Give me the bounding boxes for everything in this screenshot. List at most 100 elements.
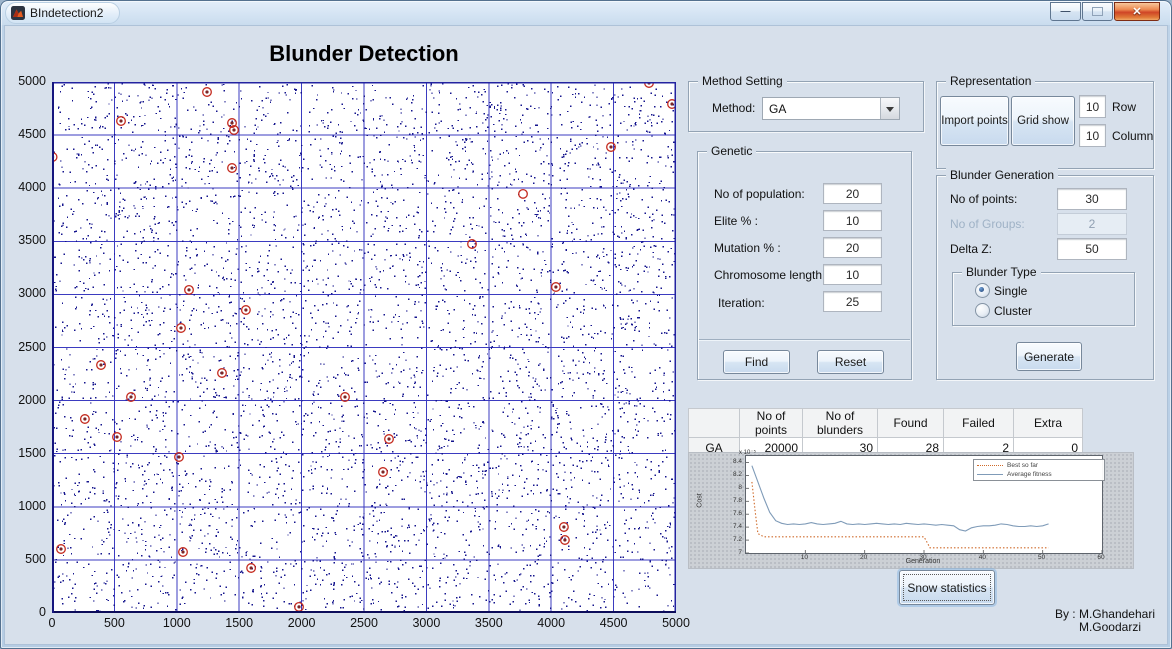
plot-y-tick-label: 2000 (4, 393, 46, 407)
genetic-panel-label: Genetic (707, 144, 756, 158)
plot-x-tick-label: 4000 (527, 616, 575, 630)
chevron-down-icon[interactable] (880, 98, 899, 119)
minimize-button[interactable]: — (1050, 2, 1081, 21)
fitness-x-tick-label: 60 (1093, 554, 1109, 561)
elite-label: Elite % : (714, 214, 758, 228)
representation-panel-label: Representation (946, 74, 1035, 88)
scatter-plot-canvas (52, 82, 676, 613)
fitness-x-tick-label: 40 (974, 554, 990, 561)
average-fitness-legend-label: Average fitness (1007, 471, 1052, 478)
population-input[interactable]: 20 (823, 183, 882, 204)
blunder-generation-panel-label: Blunder Generation (946, 168, 1058, 182)
fitness-y-tick-label: 7.8 (719, 497, 742, 504)
plot-x-tick-label: 1500 (215, 616, 263, 630)
show-statistics-button[interactable]: Snow statistics (899, 570, 995, 605)
population-label: No of population: (714, 187, 805, 201)
plot-y-tick-label: 4000 (4, 180, 46, 194)
plot-x-tick-label: 1000 (153, 616, 201, 630)
plot-x-tick-label: 4500 (590, 616, 638, 630)
plot-y-tick-label: 1500 (4, 446, 46, 460)
column-input[interactable]: 10 (1079, 124, 1106, 147)
matlab-app-icon (11, 6, 25, 20)
maximize-icon (1092, 7, 1103, 16)
fitness-y-label: Cost (697, 493, 704, 507)
delta-z-input[interactable]: 50 (1057, 238, 1127, 260)
chromosome-length-label: Chromosome length: (714, 268, 825, 282)
mutation-label: Mutation % : (714, 241, 781, 255)
close-button[interactable]: ✕ (1114, 2, 1160, 21)
no-of-groups-input: 2 (1057, 213, 1127, 235)
mutation-input[interactable]: 20 (823, 237, 882, 258)
plot-x-tick-label: 500 (90, 616, 138, 630)
grid-show-button[interactable]: Grid show (1011, 96, 1075, 146)
best-so-far-line-sample (977, 465, 1003, 466)
table-header-cell: Found (878, 409, 944, 438)
iteration-label: Iteration: (718, 296, 765, 310)
table-header-cell: No of blunders (803, 409, 878, 438)
method-setting-panel-label: Method Setting (698, 74, 787, 88)
find-button[interactable]: Find (723, 350, 790, 374)
credits-line2: M.Goodarzi (990, 621, 1155, 634)
plot-x-tick-label: 3500 (465, 616, 513, 630)
credits: By : M.Ghandehari M.Goodarzi (990, 608, 1155, 634)
import-points-button[interactable]: Import points (940, 96, 1009, 146)
cluster-radio-label[interactable]: Cluster (994, 304, 1032, 318)
plot-y-tick-label: 2500 (4, 340, 46, 354)
plot-y-tick-label: 1000 (4, 499, 46, 513)
genetic-divider (699, 339, 910, 341)
row-label: Row (1112, 100, 1136, 114)
close-icon: ✕ (1132, 5, 1141, 18)
single-radio-label[interactable]: Single (994, 284, 1027, 298)
chromosome-length-input[interactable]: 10 (823, 264, 882, 285)
plot-y-tick-label: 3500 (4, 233, 46, 247)
elite-input[interactable]: 10 (823, 210, 882, 231)
fitness-x-tick-label: 50 (1034, 554, 1050, 561)
method-dropdown-value: GA (763, 98, 880, 119)
fitness-figure: x 10⁻⁵ Cost Generation Best so far Avera… (688, 452, 1134, 569)
method-dropdown[interactable]: GA (762, 97, 900, 120)
blunder-type-panel-label: Blunder Type (962, 265, 1041, 279)
fitness-x-tick-label: 10 (796, 554, 812, 561)
caption-buttons: — ✕ (1049, 2, 1160, 21)
iteration-input[interactable]: 25 (823, 291, 882, 312)
no-of-points-input[interactable]: 30 (1057, 188, 1127, 210)
single-radio[interactable] (975, 283, 990, 298)
generate-button[interactable]: Generate (1016, 342, 1082, 371)
plot-y-tick-label: 0 (4, 605, 46, 619)
results-table-header: No of pointsNo of blundersFoundFailedExt… (689, 409, 1083, 438)
no-of-points-label: No of points: (950, 192, 1017, 206)
fitness-x-tick-label: 20 (856, 554, 872, 561)
table-header-cell: No of points (740, 409, 803, 438)
fitness-y-tick-label: 7.6 (719, 510, 742, 517)
plot-x-tick-label: 2000 (278, 616, 326, 630)
titlebar: BIndetection2 (5, 2, 120, 24)
method-label: Method: (712, 101, 755, 115)
cluster-radio[interactable] (975, 303, 990, 318)
average-fitness-line-sample (977, 474, 1003, 475)
plot-y-tick-label: 5000 (4, 74, 46, 88)
plot-x-tick-label: 2500 (340, 616, 388, 630)
fitness-y-exponent: x 10⁻⁵ (739, 449, 756, 456)
row-input[interactable]: 10 (1079, 95, 1106, 118)
table-header-cell (689, 409, 740, 438)
reset-button[interactable]: Reset (817, 350, 884, 374)
plot-x-tick-label: 3000 (402, 616, 450, 630)
plot-y-tick-label: 3000 (4, 286, 46, 300)
application-window: BIndetection2 — ✕ Blunder Detection 0 500… (0, 0, 1172, 649)
plot-y-tick-label: 4500 (4, 127, 46, 141)
table-header-cell: Failed (944, 409, 1014, 438)
minimize-icon: — (1061, 6, 1071, 17)
plot-y-tick-label: 500 (4, 552, 46, 566)
column-label: Column (1112, 129, 1153, 143)
fitness-legend: Best so far Average fitness (973, 459, 1105, 481)
best-so-far-legend-label: Best so far (1007, 462, 1038, 469)
table-header-cell: Extra (1014, 409, 1083, 438)
fitness-y-tick-label: 8.2 (719, 471, 742, 478)
maximize-button[interactable] (1082, 2, 1113, 21)
fitness-y-tick-label: 7 (719, 549, 742, 556)
plot-title: Blunder Detection (52, 41, 676, 67)
fitness-y-tick-label: 8.4 (719, 458, 742, 465)
window-title: BIndetection2 (30, 6, 103, 20)
fitness-y-tick-label: 7.4 (719, 523, 742, 530)
fitness-y-tick-label: 7.2 (719, 536, 742, 543)
